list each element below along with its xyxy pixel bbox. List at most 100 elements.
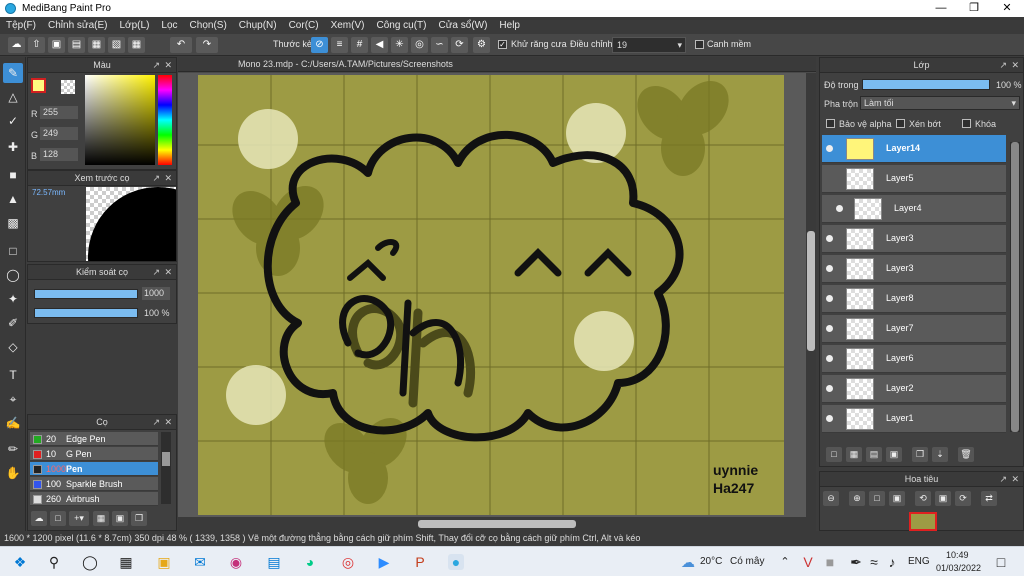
visibility-eye-icon[interactable] (826, 385, 833, 392)
layer-row[interactable]: Layer14 (822, 135, 1006, 163)
canvas-viewport[interactable]: uynnie Ha247 (178, 73, 806, 517)
brush-opacity-slider[interactable] (34, 308, 138, 318)
pen-icon[interactable]: ✒ (848, 554, 864, 570)
chrome-icon[interactable]: ◎ (340, 554, 356, 570)
shape-tool-icon[interactable]: ■ (3, 165, 23, 185)
brush-list-scrollbar[interactable] (161, 432, 171, 504)
protect-alpha-checkbox[interactable] (826, 119, 835, 128)
zoom-icon[interactable]: ▶ (376, 554, 392, 570)
visibility-eye-icon[interactable] (826, 265, 833, 272)
visibility-eye-icon[interactable] (826, 235, 833, 242)
layer-opacity-slider[interactable] (862, 79, 990, 90)
cross-ruler-icon[interactable]: # (351, 37, 368, 53)
brush-tool-icon[interactable]: ✎ (3, 63, 23, 83)
visibility-eye-icon[interactable] (826, 415, 833, 422)
menu-item[interactable]: Chọn(S) (184, 20, 233, 31)
close-icon[interactable]: ✕ (1011, 472, 1019, 487)
smooth-checkbox[interactable] (695, 40, 704, 49)
parallel-ruler-icon[interactable]: ≡ (331, 37, 348, 53)
menu-item[interactable]: Tệp(F) (0, 20, 42, 31)
canvas-vertical-scrollbar[interactable] (806, 73, 816, 517)
b-value-field[interactable]: 128 (40, 148, 78, 161)
visibility-eye-icon[interactable] (836, 205, 843, 212)
move-tool-icon[interactable]: ✚ (3, 137, 23, 157)
brush-row[interactable]: 260 Airbrush (30, 492, 158, 506)
menu-item[interactable]: Lọc (155, 20, 183, 31)
lasso-tool-icon[interactable]: ◯ (3, 265, 23, 285)
file-explorer-icon[interactable]: ▣ (156, 554, 172, 570)
brush-download-icon[interactable]: ☁ (31, 511, 47, 526)
menu-item[interactable]: Help (493, 20, 526, 31)
layer-row[interactable]: Layer2 (822, 375, 1006, 403)
undock-icon[interactable]: ↗ (152, 265, 160, 280)
magic-wand-icon[interactable]: ✦ (3, 289, 23, 309)
divide-tool-icon[interactable]: ✍ (3, 413, 23, 433)
brush-copy-icon[interactable]: ❐ (131, 511, 147, 526)
new-brush-icon[interactable]: □ (50, 511, 66, 526)
brush-row[interactable]: 1000 Pen (30, 462, 158, 476)
perspective-ruler-icon[interactable]: ◀ (371, 37, 388, 53)
edge-icon[interactable]: ◕ (302, 554, 318, 570)
new-halftone-layer-icon[interactable]: ▦ (846, 447, 862, 462)
delete-layer-icon[interactable]: 🗑 (958, 447, 974, 462)
comment-icon[interactable]: ▣ (48, 37, 65, 53)
duplicate-layer-icon[interactable]: ❐ (912, 447, 928, 462)
radial-ruler-icon[interactable]: ✳ (391, 37, 408, 53)
close-icon[interactable]: ✕ (1011, 58, 1019, 73)
saturation-value-picker[interactable] (85, 75, 155, 165)
task-view-icon[interactable]: ◯ (82, 554, 98, 570)
undock-icon[interactable]: ↗ (999, 472, 1007, 487)
add-brush-icon[interactable]: +▾ (69, 511, 89, 526)
tray-status-icon[interactable]: ■ (822, 554, 838, 570)
widgets-icon[interactable]: ▦ (118, 554, 134, 570)
browser-icon[interactable]: ◉ (228, 554, 244, 570)
page-icon[interactable]: ▧ (108, 37, 125, 53)
layer-row[interactable]: Layer8 (822, 285, 1006, 313)
text-tool-icon[interactable]: T (3, 365, 23, 385)
undock-icon[interactable]: ↗ (152, 415, 160, 430)
fill-tool-icon[interactable]: ▲ (3, 189, 23, 209)
menu-item[interactable]: Lớp(L) (114, 20, 156, 31)
visibility-eye-icon[interactable] (826, 355, 833, 362)
new-layer-icon[interactable]: □ (826, 447, 842, 462)
merge-layer-icon[interactable]: ⇣ (932, 447, 948, 462)
rotate-left-icon[interactable]: ⟲ (915, 491, 931, 506)
brush-size-value[interactable]: 1000 (142, 287, 170, 300)
canvas-horizontal-scrollbar[interactable] (178, 517, 816, 531)
grid-icon[interactable]: ▦ (128, 37, 145, 53)
brush-row[interactable]: 20 Edge Pen (30, 432, 158, 446)
select-eraser-icon[interactable]: ◇ (3, 337, 23, 357)
medibang-taskbar-icon[interactable]: ● (448, 554, 464, 570)
volume-icon[interactable]: ♪ (884, 554, 900, 570)
layer-row[interactable]: Layer3 (822, 225, 1006, 253)
close-icon[interactable]: ✕ (164, 415, 172, 430)
operation-tool-icon[interactable]: ⌖ (3, 389, 23, 409)
fit-screen-icon[interactable]: □ (869, 491, 885, 506)
tray-chevron-icon[interactable]: ⌃ (777, 554, 793, 570)
gradient-tool-icon[interactable]: ▩ (3, 213, 23, 233)
flip-horizontal-icon[interactable]: ⇄ (981, 491, 997, 506)
close-button[interactable]: ✕ (990, 0, 1024, 17)
curve-ruler-icon[interactable]: ∽ (431, 37, 448, 53)
brush-row[interactable]: 100 Sparkle Brush (30, 477, 158, 491)
clock-date[interactable]: 01/03/2022 (936, 563, 981, 573)
antialias-checkbox[interactable]: ✓ (498, 40, 507, 49)
chat-icon[interactable]: ▤ (68, 37, 85, 53)
select-pen-icon[interactable]: ✐ (3, 313, 23, 333)
clipping-checkbox[interactable] (896, 119, 905, 128)
brush-row[interactable]: 10 G Pen (30, 447, 158, 461)
lock-checkbox[interactable] (962, 119, 971, 128)
reset-view-icon[interactable]: ▣ (935, 491, 951, 506)
language-indicator[interactable]: ENG (908, 556, 930, 567)
visibility-eye-icon[interactable] (826, 295, 833, 302)
dot-tool-icon[interactable]: ✓ (3, 111, 23, 131)
layer-list-scrollbar[interactable] (1010, 142, 1020, 432)
hue-slider[interactable] (158, 75, 172, 165)
settings-gear-icon[interactable]: ⚙ (473, 37, 490, 53)
eyedropper-icon[interactable]: ✏ (3, 439, 23, 459)
circle-ruler-icon[interactable]: ◎ (411, 37, 428, 53)
r-value-field[interactable]: 255 (40, 106, 78, 119)
close-icon[interactable]: ✕ (164, 171, 172, 186)
minimize-button[interactable]: — (924, 0, 958, 17)
g-value-field[interactable]: 249 (40, 127, 78, 140)
